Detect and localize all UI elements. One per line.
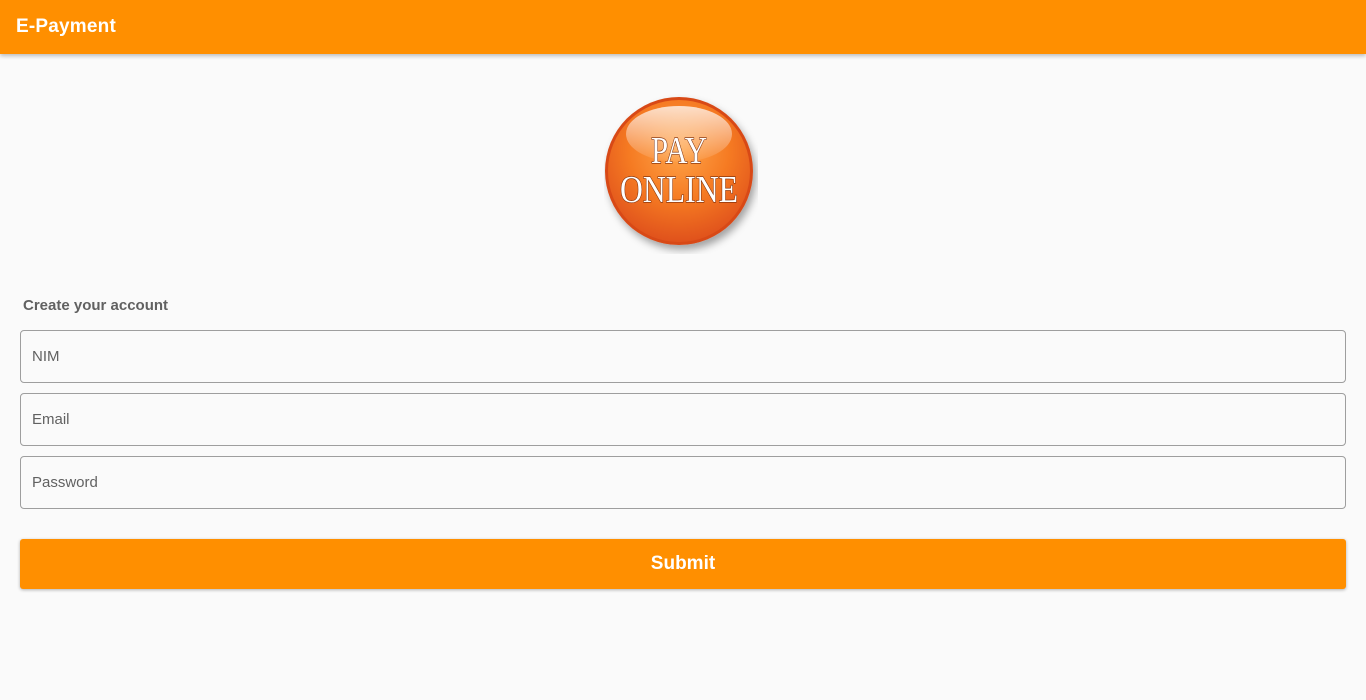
submit-button[interactable]: Submit [20,539,1346,589]
email-field[interactable] [20,393,1346,446]
nim-input[interactable] [32,331,1345,382]
nim-field[interactable] [20,330,1346,383]
pay-online-logo: PAY ONLINE [604,94,758,254]
logo-text-line2: ONLINE [620,169,738,211]
password-input[interactable] [32,457,1345,508]
email-input[interactable] [32,394,1345,445]
password-field[interactable] [20,456,1346,509]
form-heading: Create your account [23,297,169,314]
app-title: E-Payment [16,16,117,37]
logo-text-line1: PAY [651,130,707,172]
app-bar: E-Payment [0,0,1366,54]
